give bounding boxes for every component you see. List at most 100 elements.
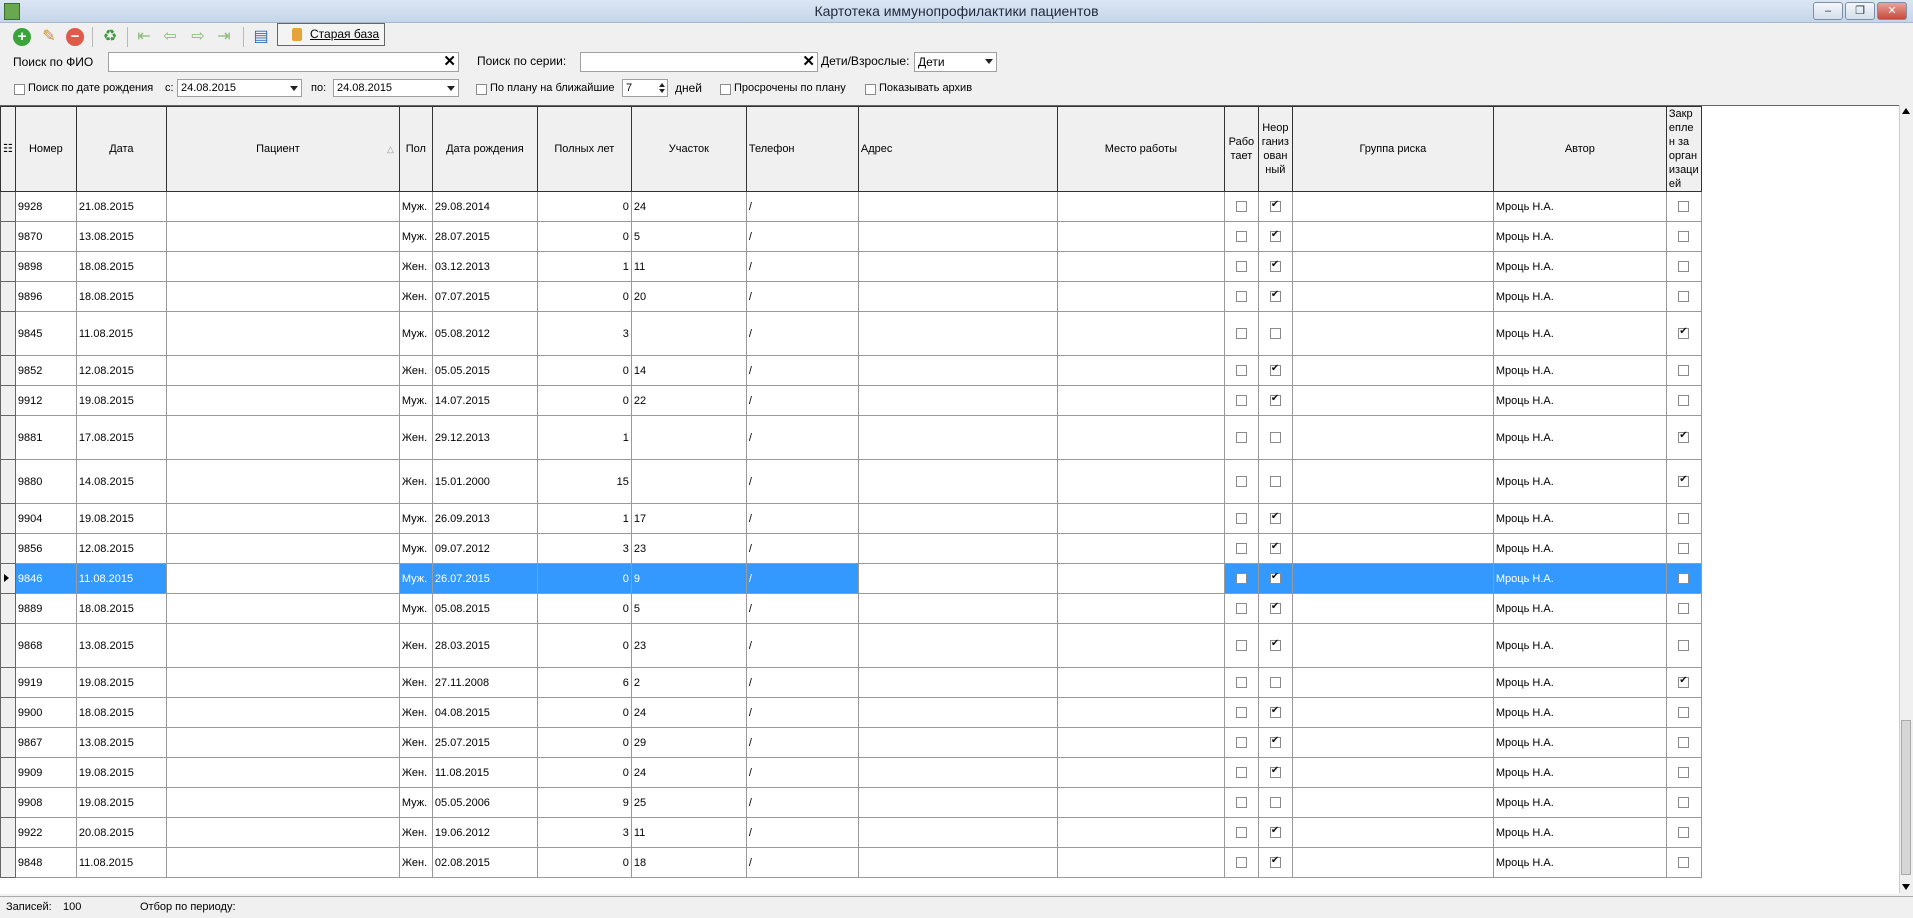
- cell-full-years[interactable]: 0: [536, 281, 632, 312]
- cell-patient[interactable]: [165, 727, 400, 758]
- cell-number[interactable]: 9845: [14, 311, 77, 356]
- cell-number[interactable]: 9909: [14, 757, 77, 788]
- cell-sex[interactable]: Жен.: [398, 727, 433, 758]
- cell-area[interactable]: 5: [630, 221, 747, 252]
- cell-unorganized[interactable]: [1257, 817, 1293, 848]
- row-indicator[interactable]: [0, 727, 16, 758]
- cell-number[interactable]: 9896: [14, 281, 77, 312]
- cell-address[interactable]: [857, 251, 1058, 282]
- cell-address[interactable]: [857, 817, 1058, 848]
- cell-birth-date[interactable]: 15.01.2000: [431, 459, 538, 504]
- cell-sex[interactable]: Муж.: [398, 191, 433, 222]
- row-indicator[interactable]: [0, 787, 16, 818]
- cell-phone[interactable]: /: [745, 727, 859, 758]
- cell-works-checkbox[interactable]: [1235, 857, 1247, 869]
- cell-works[interactable]: [1223, 459, 1259, 504]
- cell-author[interactable]: Мроць Н.А.: [1492, 623, 1667, 668]
- cell-attached[interactable]: [1665, 757, 1702, 788]
- cell-full-years[interactable]: 0: [536, 697, 632, 728]
- cell-patient[interactable]: [165, 563, 400, 594]
- cell-birth-date[interactable]: 05.05.2015: [431, 355, 538, 386]
- cell-risk-group[interactable]: [1291, 847, 1494, 878]
- cell-works-checkbox[interactable]: [1235, 707, 1247, 719]
- cell-risk-group[interactable]: [1291, 281, 1494, 312]
- table-row[interactable]: 989618.08.2015 Жен.07.07.2015020/ Мроць Н.…: [0, 281, 1702, 312]
- row-indicator[interactable]: [0, 415, 16, 460]
- column-header-birth-date[interactable]: Дата рождения: [431, 106, 538, 192]
- cell-unorganized[interactable]: [1257, 311, 1293, 356]
- cell-address[interactable]: [857, 385, 1058, 416]
- cell-unorganized[interactable]: [1257, 667, 1293, 698]
- column-header-works[interactable]: Рабо тает: [1223, 106, 1259, 192]
- cell-area[interactable]: 11: [630, 251, 747, 282]
- cell-author[interactable]: Мроць Н.А.: [1492, 459, 1667, 504]
- cell-full-years[interactable]: 1: [536, 251, 632, 282]
- birth-date-search-checkbox[interactable]: [14, 84, 25, 95]
- cell-number[interactable]: 9922: [14, 817, 77, 848]
- cell-unorganized-checkbox[interactable]: [1269, 259, 1281, 273]
- cell-unorganized[interactable]: [1257, 727, 1293, 758]
- cell-workplace[interactable]: [1056, 563, 1225, 594]
- cell-number[interactable]: 9889: [14, 593, 77, 624]
- cell-sex[interactable]: Муж.: [398, 311, 433, 356]
- cell-works-checkbox[interactable]: [1235, 603, 1247, 615]
- table-row[interactable]: 986813.08.2015 Жен.28.03.2015023/ Мроць Н.…: [0, 623, 1702, 668]
- table-row[interactable]: 989818.08.2015Жен.03.12.2013111/Мроць Н.…: [0, 251, 1702, 282]
- cell-date[interactable]: 13.08.2015: [75, 623, 167, 668]
- cell-sex[interactable]: Жен.: [398, 355, 433, 386]
- table-row[interactable]: 990018.08.2015 Жен.04.08.2015024/ Мроць Н.…: [0, 697, 1702, 728]
- cell-works-checkbox[interactable]: [1235, 677, 1247, 689]
- cell-works-checkbox[interactable]: [1235, 543, 1247, 555]
- cell-workplace[interactable]: [1056, 593, 1225, 624]
- row-indicator[interactable]: [0, 385, 16, 416]
- cell-attached-checkbox[interactable]: [1678, 640, 1690, 652]
- cell-unorganized[interactable]: [1257, 503, 1293, 534]
- clear-series-icon[interactable]: ✕: [802, 53, 815, 71]
- cell-attached-checkbox[interactable]: [1678, 474, 1690, 488]
- cell-full-years[interactable]: 1: [536, 503, 632, 534]
- cell-birth-date[interactable]: 28.03.2015: [431, 623, 538, 668]
- cell-workplace[interactable]: [1056, 415, 1225, 460]
- cell-works-checkbox[interactable]: [1235, 231, 1247, 243]
- cell-unorganized-checkbox[interactable]: [1269, 765, 1281, 779]
- cell-area[interactable]: 2: [630, 667, 747, 698]
- cell-date[interactable]: 17.08.2015: [75, 415, 167, 460]
- cell-workplace[interactable]: [1056, 623, 1225, 668]
- cell-birth-date[interactable]: 05.05.2006: [431, 787, 538, 818]
- column-header-phone[interactable]: Телефон: [745, 106, 859, 192]
- cell-area[interactable]: 11: [630, 817, 747, 848]
- cell-date[interactable]: 18.08.2015: [75, 593, 167, 624]
- cell-workplace[interactable]: [1056, 191, 1225, 222]
- cell-works-checkbox[interactable]: [1235, 827, 1247, 839]
- scroll-up-icon[interactable]: [1902, 108, 1910, 114]
- cell-unorganized-checkbox[interactable]: [1269, 476, 1281, 488]
- cell-unorganized-checkbox[interactable]: [1269, 601, 1281, 615]
- old-database-button[interactable]: Старая база: [277, 23, 385, 46]
- restore-button[interactable]: ❐: [1845, 2, 1875, 20]
- cell-attached[interactable]: [1665, 415, 1702, 460]
- table-row[interactable]: 987013.08.2015 Муж.28.07.201505/ Мроць Н.А…: [0, 221, 1702, 252]
- column-header-attached[interactable]: Закр епле н за орган изаци ей: [1665, 106, 1702, 192]
- cell-risk-group[interactable]: [1291, 533, 1494, 564]
- cell-number[interactable]: 9900: [14, 697, 77, 728]
- close-button[interactable]: ✕: [1877, 2, 1907, 20]
- cell-works[interactable]: [1223, 503, 1259, 534]
- cell-attached[interactable]: [1665, 563, 1702, 594]
- cell-unorganized[interactable]: [1257, 697, 1293, 728]
- cell-birth-date[interactable]: 26.09.2013: [431, 503, 538, 534]
- cell-unorganized-checkbox[interactable]: [1269, 541, 1281, 555]
- table-row[interactable]: 9845 11.08.2015 Муж. 05.08.2012 3 / Мроць Н.А.: [0, 311, 1702, 356]
- cell-number[interactable]: 9870: [14, 221, 77, 252]
- cell-works-checkbox[interactable]: [1235, 737, 1247, 749]
- cell-phone[interactable]: /: [745, 817, 859, 848]
- cell-number[interactable]: 9880: [14, 459, 77, 504]
- cell-date[interactable]: 12.08.2015: [75, 533, 167, 564]
- prev-record-icon[interactable]: ⇦: [160, 27, 180, 47]
- cell-address[interactable]: [857, 355, 1058, 386]
- cell-patient[interactable]: [165, 533, 400, 564]
- cell-address[interactable]: [857, 459, 1058, 504]
- table-row[interactable]: 986713.08.2015 Жен.25.07.2015029/ Мроць Н.…: [0, 727, 1702, 758]
- cell-patient[interactable]: [165, 385, 400, 416]
- cell-attached[interactable]: [1665, 311, 1702, 356]
- cell-works[interactable]: [1223, 563, 1259, 594]
